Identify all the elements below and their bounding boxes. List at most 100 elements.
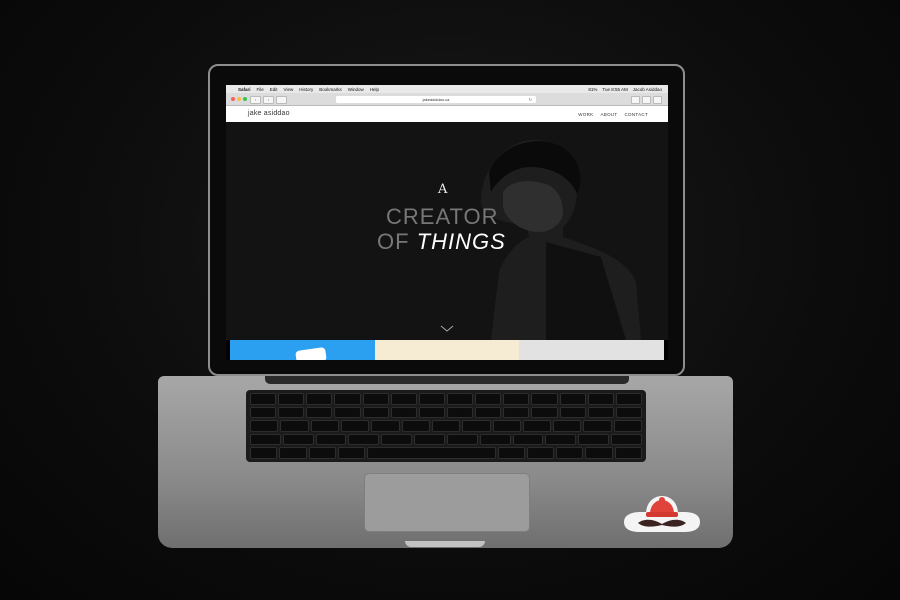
chevron-down-icon[interactable]	[440, 325, 454, 333]
key	[559, 406, 586, 419]
phone-image	[295, 346, 327, 360]
menu-safari[interactable]: Safari	[238, 87, 251, 92]
laptop-front-notch	[405, 541, 485, 547]
project-tile-cream[interactable]	[374, 340, 520, 360]
hero-of-text: OF	[377, 229, 410, 254]
menu-window[interactable]: Window	[348, 87, 364, 92]
key	[587, 393, 614, 405]
hero-section: A CREATOR OF THINGS	[226, 122, 668, 340]
key	[585, 447, 613, 459]
project-tiles	[230, 340, 665, 360]
trackpad	[364, 473, 530, 532]
key	[250, 393, 277, 405]
key	[315, 433, 347, 446]
project-tile-grey[interactable]	[519, 340, 665, 360]
key	[492, 420, 521, 432]
hero-title-creator: CREATOR	[386, 204, 499, 229]
user-name[interactable]: Jacob Asiddao	[633, 87, 662, 92]
key	[587, 406, 614, 419]
key	[503, 393, 530, 405]
key	[531, 406, 558, 419]
safari-toolbar: ‹ › jakeasiddao.ca ↻	[226, 93, 668, 106]
forward-button[interactable]: ›	[263, 96, 274, 104]
key	[462, 420, 491, 432]
keyboard-row	[250, 406, 642, 419]
download-button[interactable]	[653, 96, 662, 104]
toolbar-buttons	[631, 96, 662, 104]
back-button[interactable]: ‹	[250, 96, 261, 104]
key	[522, 420, 552, 432]
key	[475, 406, 502, 419]
monogram-logo: A	[438, 182, 448, 197]
keyboard-row	[250, 420, 643, 432]
refresh-icon[interactable]: ↻	[529, 96, 532, 103]
zoom-window-button[interactable]	[243, 97, 247, 101]
key	[306, 393, 333, 405]
key	[310, 420, 339, 432]
key	[390, 393, 417, 405]
key	[615, 406, 642, 419]
sidebar-button[interactable]	[276, 96, 287, 104]
key	[250, 406, 277, 419]
tabs-button[interactable]	[642, 96, 651, 104]
key	[280, 420, 309, 432]
nav-work[interactable]: WORK	[578, 112, 593, 117]
clock[interactable]: Tue 8:55 AM	[602, 87, 627, 92]
close-window-button[interactable]	[231, 97, 235, 101]
menu-file[interactable]: File	[257, 87, 264, 92]
key	[362, 393, 389, 405]
battery-status[interactable]: 81%	[588, 87, 597, 92]
key	[559, 393, 586, 405]
key	[418, 406, 445, 419]
sticker-icon	[624, 496, 700, 532]
key	[531, 393, 558, 405]
project-tile-blue[interactable]	[230, 340, 375, 360]
hero-things-text: THINGS	[416, 229, 506, 254]
key	[611, 433, 642, 446]
key	[414, 433, 445, 446]
menu-bookmarks[interactable]: Bookmarks	[319, 87, 342, 92]
key	[278, 393, 305, 405]
menu-edit[interactable]: Edit	[270, 87, 278, 92]
window-controls	[231, 97, 247, 101]
site-header: jake asiddao WORK ABOUT CONTACT	[226, 106, 668, 122]
menu-view[interactable]: View	[284, 87, 294, 92]
site-nav: WORK ABOUT CONTACT	[578, 112, 648, 117]
key	[613, 420, 643, 432]
key	[497, 447, 525, 459]
keyboard-row	[250, 393, 642, 405]
minimize-window-button[interactable]	[237, 97, 241, 101]
nav-about[interactable]: ABOUT	[600, 112, 617, 117]
key	[479, 433, 511, 446]
address-bar[interactable]: jakeasiddao.ca ↻	[336, 95, 536, 103]
hero-title-of-things: OF THINGS	[377, 229, 506, 255]
key	[583, 420, 612, 432]
laptop-screen: Safari File Edit View History Bookmarks …	[226, 85, 668, 360]
site-logo[interactable]: jake asiddao	[248, 110, 290, 117]
key	[250, 420, 279, 432]
nav-contact[interactable]: CONTACT	[624, 112, 648, 117]
key	[578, 433, 610, 446]
key	[545, 433, 577, 446]
key	[614, 447, 642, 459]
key	[526, 447, 555, 459]
key	[340, 420, 370, 432]
key	[431, 420, 461, 432]
key	[401, 420, 430, 432]
key	[446, 406, 474, 419]
navigation-buttons: ‹ ›	[250, 96, 287, 104]
keyboard-row	[250, 447, 642, 459]
key	[446, 433, 478, 446]
key	[556, 447, 584, 459]
key	[371, 420, 400, 432]
menu-history[interactable]: History	[299, 87, 313, 92]
key	[362, 406, 389, 419]
key	[308, 447, 336, 459]
menu-help[interactable]: Help	[370, 87, 379, 92]
key	[615, 393, 642, 405]
key	[279, 447, 307, 459]
share-button[interactable]	[631, 96, 640, 104]
key	[278, 406, 305, 419]
keyboard	[246, 390, 646, 462]
key	[503, 406, 530, 419]
